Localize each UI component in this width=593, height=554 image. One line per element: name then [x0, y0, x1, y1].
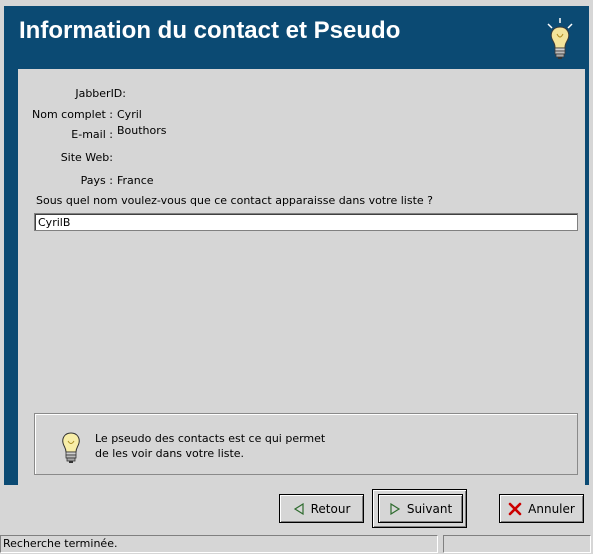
next-label: Suivant [406, 501, 453, 516]
status-text: Recherche terminée. [0, 535, 438, 553]
email-label: E-mail : [71, 128, 113, 141]
nickname-input[interactable]: CyrilB [34, 213, 578, 231]
wizard-content-panel: JabberID: Nom complet : Cyril Bouthors E… [18, 69, 585, 488]
country-value: France [117, 174, 154, 187]
next-button[interactable]: Suivant [378, 494, 463, 523]
arrow-right-icon [389, 502, 401, 515]
nickname-question: Sous quel nom voulez-vous que ce contact… [36, 194, 433, 207]
close-icon [508, 502, 522, 516]
tip-box: Le pseudo des contacts est ce qui permet… [34, 413, 578, 475]
cancel-label: Annuler [528, 501, 575, 516]
back-button[interactable]: Retour [279, 494, 364, 523]
full-name-value: Cyril Bouthors [117, 108, 167, 137]
tip-line-2: de les voir dans votre liste. [95, 447, 245, 460]
back-label: Retour [310, 501, 351, 516]
lightbulb-icon [59, 431, 83, 465]
wizard-header-frame: Information du contact et Pseudo JabberI… [4, 6, 589, 488]
page-title: Information du contact et Pseudo [19, 17, 401, 44]
full-name-label: Nom complet : [32, 108, 113, 121]
country-label: Pays : [80, 174, 113, 187]
jabberid-label: JabberID: [75, 87, 126, 100]
website-label: Site Web: [60, 151, 113, 164]
status-secondary [443, 535, 591, 553]
status-bar: Recherche terminée. [0, 534, 593, 554]
lightbulb-icon [542, 16, 578, 64]
cancel-button[interactable]: Annuler [499, 494, 584, 523]
tip-line-1: Le pseudo des contacts est ce qui permet [95, 432, 326, 445]
arrow-left-icon [293, 502, 305, 515]
tip-text: Le pseudo des contacts est ce qui permet… [95, 431, 325, 461]
